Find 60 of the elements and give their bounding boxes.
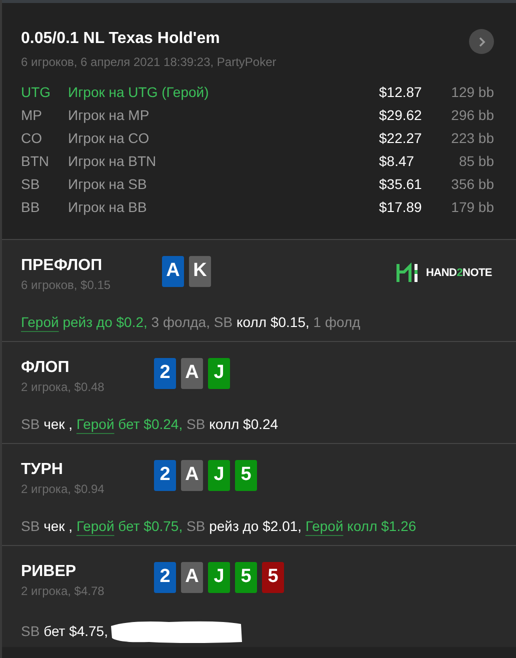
game-title: 0.05/0.1 NL Texas Hold'em bbox=[21, 29, 221, 49]
stack-amount: $22.27 bbox=[379, 129, 423, 148]
next-button[interactable] bbox=[469, 29, 494, 54]
playing-card: 5 bbox=[235, 460, 257, 491]
hand-info: 6 игроков, 6 апреля 2021 18:39:23, PartyPoker bbox=[21, 54, 276, 71]
stack-bb: 356 bb bbox=[450, 175, 494, 194]
playing-card: A bbox=[181, 562, 203, 593]
hero-link[interactable]: Герой bbox=[305, 518, 344, 534]
position-label: SB bbox=[21, 175, 41, 194]
playing-card: 2 bbox=[154, 460, 176, 491]
action-line: SB бет $4.75, bbox=[21, 622, 108, 640]
logo-icon bbox=[396, 262, 418, 284]
playing-card: 2 bbox=[154, 562, 176, 593]
action-line: Герой рейз до $0.2, 3 фолда, SB колл $0.15, 1 фолд bbox=[21, 313, 360, 332]
stack-bb: 296 bb bbox=[450, 106, 494, 125]
stack-amount: $35.61 bbox=[379, 175, 423, 194]
position-label: UTG bbox=[21, 83, 52, 102]
player-name: Игрок на BB bbox=[68, 198, 147, 217]
playing-card: 5 bbox=[235, 562, 257, 593]
playing-card: 5 bbox=[262, 562, 284, 593]
street-info: 2 игрока, $4.78 bbox=[21, 583, 106, 600]
player-name: Игрок на UTG (Герой) bbox=[68, 83, 209, 102]
playing-card: J bbox=[208, 460, 230, 491]
stack-bb: 129 bb bbox=[450, 83, 494, 102]
stack-bb: 179 bb bbox=[450, 198, 494, 217]
street-title: ФЛОП bbox=[21, 358, 70, 378]
street-title: ПРЕФЛОП bbox=[21, 256, 104, 276]
street-info: 6 игроков, $0.15 bbox=[21, 277, 112, 294]
playing-card: A bbox=[181, 358, 203, 389]
stack-amount: $12.87 bbox=[379, 83, 423, 102]
player-name: Игрок на CO bbox=[68, 129, 150, 148]
playing-card: A bbox=[162, 256, 184, 287]
stack-bb: 223 bb bbox=[450, 129, 494, 148]
stack-bb: 85 bb bbox=[458, 152, 494, 171]
hero-link[interactable]: Герой bbox=[76, 518, 114, 534]
player-name: Игрок на BTN bbox=[68, 152, 156, 171]
player-name: Игрок на SB bbox=[68, 175, 147, 194]
hero-link[interactable]: Герой bbox=[21, 314, 59, 330]
hero-link[interactable]: Герой bbox=[76, 416, 114, 432]
logo-text: HAND2NOTE bbox=[426, 266, 492, 281]
position-label: CO bbox=[21, 129, 43, 148]
street-title: РИВЕР bbox=[21, 562, 78, 582]
action-line: SB чек , Герой бет $0.75, SB рейз до $2.01, Герой колл $1.26 bbox=[21, 517, 416, 536]
stack-amount: $17.89 bbox=[379, 198, 423, 217]
playing-card: J bbox=[208, 358, 230, 389]
chevron-right-icon bbox=[478, 36, 486, 48]
street-info: 2 игрока, $0.48 bbox=[21, 379, 106, 396]
street-title: ТУРН bbox=[21, 460, 64, 480]
stack-amount: $29.62 bbox=[379, 106, 423, 125]
action-line: SB чек , Герой бет $0.24, SB колл $0.24 bbox=[21, 415, 278, 434]
playing-card: K bbox=[189, 256, 211, 287]
position-label: BB bbox=[21, 198, 41, 217]
street-info: 2 игрока, $0.94 bbox=[21, 481, 106, 498]
playing-card: A bbox=[181, 460, 203, 491]
playing-card: J bbox=[208, 562, 230, 593]
player-name: Игрок на MP bbox=[68, 106, 150, 125]
position-label: MP bbox=[21, 106, 43, 125]
position-label: BTN bbox=[21, 152, 50, 171]
stack-amount: $8.47 bbox=[379, 152, 416, 171]
playing-card: 2 bbox=[154, 358, 176, 389]
